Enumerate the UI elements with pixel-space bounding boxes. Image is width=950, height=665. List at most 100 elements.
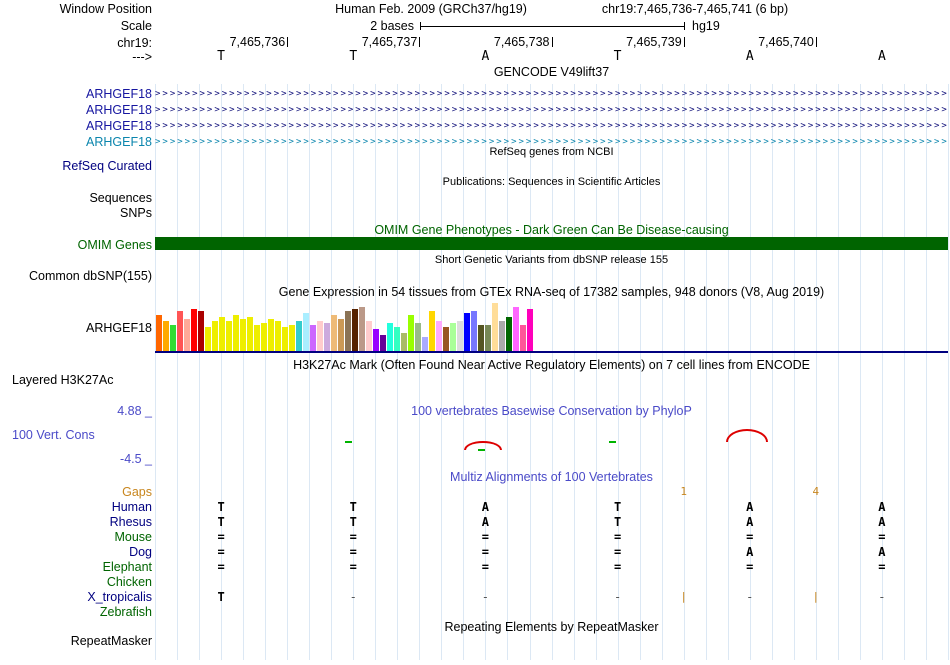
alignment-base: = <box>481 560 490 574</box>
gtex-tissue-bar[interactable] <box>254 325 260 351</box>
gtex-tissue-bar[interactable] <box>289 325 295 351</box>
ruler-base: T <box>217 49 226 64</box>
omim-gene-bar[interactable] <box>155 237 948 250</box>
repeatmasker-label[interactable]: RepeatMasker <box>71 634 152 648</box>
gtex-tissue-bar[interactable] <box>450 323 456 351</box>
omim-genes-label[interactable]: OMIM Genes <box>78 238 152 252</box>
gtex-tissue-bar[interactable] <box>324 323 330 351</box>
gtex-tissue-bar[interactable] <box>219 317 225 351</box>
gtex-tissue-bar[interactable] <box>233 315 239 351</box>
gtex-tissue-bar[interactable] <box>345 311 351 351</box>
gtex-tissue-bar[interactable] <box>184 319 190 351</box>
gtex-tissue-bar[interactable] <box>198 311 204 351</box>
gtex-tissue-bar[interactable] <box>226 321 232 351</box>
gtex-tissue-bar[interactable] <box>240 319 246 351</box>
gtex-tissue-bar[interactable] <box>457 321 463 351</box>
alignment-base: A <box>878 545 886 559</box>
gtex-tissue-bar[interactable] <box>499 321 505 351</box>
snps-label[interactable]: SNPs <box>120 206 152 220</box>
ucsc-genome-browser: Window Position Human Feb. 2009 (GRCh37/… <box>0 0 950 665</box>
gtex-tissue-bar[interactable] <box>380 335 386 351</box>
gtex-tissue-bar[interactable] <box>268 319 274 351</box>
gtex-tissue-bar[interactable] <box>261 323 267 351</box>
direction-label: ---> <box>132 50 152 64</box>
phylop-track-label[interactable]: 100 Vert. Cons <box>12 428 95 442</box>
gtex-tissue-bar[interactable] <box>471 311 477 351</box>
gtex-tissue-bar[interactable] <box>275 321 281 351</box>
gtex-tissue-bar[interactable] <box>401 333 407 351</box>
gtex-tissue-bar[interactable] <box>170 325 176 351</box>
alignment-base: = <box>481 530 490 544</box>
gtex-tissue-bar[interactable] <box>387 323 393 351</box>
species-label[interactable]: Elephant <box>103 560 152 574</box>
gtex-tissue-bar[interactable] <box>212 321 218 351</box>
species-label[interactable]: Zebrafish <box>100 605 152 619</box>
phylop-max-label: 4.88 _ <box>117 404 152 418</box>
alignment-base: A <box>481 515 490 529</box>
gtex-tissue-bar[interactable] <box>366 321 372 351</box>
gtex-tissue-bar[interactable] <box>394 327 400 351</box>
gtex-tissue-bar[interactable] <box>429 311 435 351</box>
gtex-tissue-bar[interactable] <box>527 309 533 351</box>
alignment-base: - <box>349 590 357 604</box>
gene-label[interactable]: ARHGEF18 <box>86 135 152 149</box>
gtex-tissue-bar[interactable] <box>338 319 344 351</box>
gtex-tissue-bar[interactable] <box>415 323 421 351</box>
gene-arrow-line[interactable]: >>>>>>>>>>>>>>>>>>>>>>>>>>>>>>>>>>>>>>>>… <box>155 104 948 116</box>
dbsnp-label[interactable]: Common dbSNP(155) <box>29 269 152 283</box>
gtex-tissue-bar[interactable] <box>296 321 302 351</box>
species-label[interactable]: Mouse <box>114 530 152 544</box>
alignment-base: - <box>746 590 754 604</box>
gtex-tissue-bar[interactable] <box>513 307 519 351</box>
gtex-tissue-bar[interactable] <box>205 327 211 351</box>
gene-row[interactable]: ARHGEF18 >>>>>>>>>>>>>>>>>>>>>>>>>>>>>>>>… <box>0 87 950 101</box>
refseq-curated-label[interactable]: RefSeq Curated <box>62 159 152 173</box>
gtex-tissue-bar[interactable] <box>177 311 183 351</box>
gene-label[interactable]: ARHGEF18 <box>86 119 152 133</box>
species-label[interactable]: Dog <box>129 545 152 559</box>
gene-arrow-line[interactable]: >>>>>>>>>>>>>>>>>>>>>>>>>>>>>>>>>>>>>>>>… <box>155 88 948 100</box>
species-label[interactable]: Gaps <box>122 485 152 499</box>
gene-label[interactable]: ARHGEF18 <box>86 103 152 117</box>
alignment-base: T <box>349 515 357 529</box>
gtex-gene-label[interactable]: ARHGEF18 <box>86 321 152 335</box>
gene-row[interactable]: ARHGEF18 >>>>>>>>>>>>>>>>>>>>>>>>>>>>>>>>… <box>0 119 950 133</box>
species-label[interactable]: Rhesus <box>110 515 152 529</box>
gene-label[interactable]: ARHGEF18 <box>86 87 152 101</box>
gtex-tissue-bar[interactable] <box>247 317 253 351</box>
gtex-tissue-bar[interactable] <box>478 325 484 351</box>
gtex-tissue-bar[interactable] <box>408 315 414 351</box>
gtex-tissue-bar[interactable] <box>373 329 379 351</box>
gene-row[interactable]: ARHGEF18 >>>>>>>>>>>>>>>>>>>>>>>>>>>>>>>>… <box>0 103 950 117</box>
publications-title: Publications: Sequences in Scientific Ar… <box>442 176 661 188</box>
gtex-tissue-bar[interactable] <box>163 321 169 351</box>
gtex-tissue-bar[interactable] <box>520 325 526 351</box>
gtex-tissue-bar[interactable] <box>443 327 449 351</box>
alignment-base: = <box>746 560 754 574</box>
gtex-tissue-bar[interactable] <box>156 315 162 351</box>
sequences-label[interactable]: Sequences <box>89 191 152 205</box>
gtex-tissue-bar[interactable] <box>331 315 337 351</box>
species-label[interactable]: Chicken <box>107 575 152 589</box>
h3k27ac-label[interactable]: Layered H3K27Ac <box>12 373 113 387</box>
repeatmasker-title: Repeating Elements by RepeatMasker <box>444 620 659 634</box>
gtex-tissue-bar[interactable] <box>303 313 309 351</box>
gtex-tissue-bar[interactable] <box>506 317 512 351</box>
species-label[interactable]: Human <box>112 500 152 514</box>
gtex-tissue-bar[interactable] <box>359 307 365 351</box>
gtex-tissue-bar[interactable] <box>436 321 442 351</box>
gtex-tissue-bar[interactable] <box>317 321 323 351</box>
gtex-tissue-bar[interactable] <box>191 309 197 351</box>
multiz-title: Multiz Alignments of 100 Vertebrates <box>450 470 653 484</box>
gtex-tissue-bar[interactable] <box>464 313 470 351</box>
phylop-title: 100 vertebrates Basewise Conservation by… <box>411 404 692 418</box>
gtex-tissue-bar[interactable] <box>352 309 358 351</box>
gtex-tissue-bar[interactable] <box>485 325 491 351</box>
gene-arrow-line[interactable]: >>>>>>>>>>>>>>>>>>>>>>>>>>>>>>>>>>>>>>>>… <box>155 120 948 132</box>
gtex-tissue-bar[interactable] <box>282 327 288 351</box>
species-label[interactable]: X_tropicalis <box>87 590 152 604</box>
gtex-tissue-bar[interactable] <box>422 337 428 351</box>
gtex-tissue-bar[interactable] <box>310 325 316 351</box>
gtex-tissue-bar[interactable] <box>492 303 498 351</box>
scale-value: 2 bases <box>370 19 414 33</box>
